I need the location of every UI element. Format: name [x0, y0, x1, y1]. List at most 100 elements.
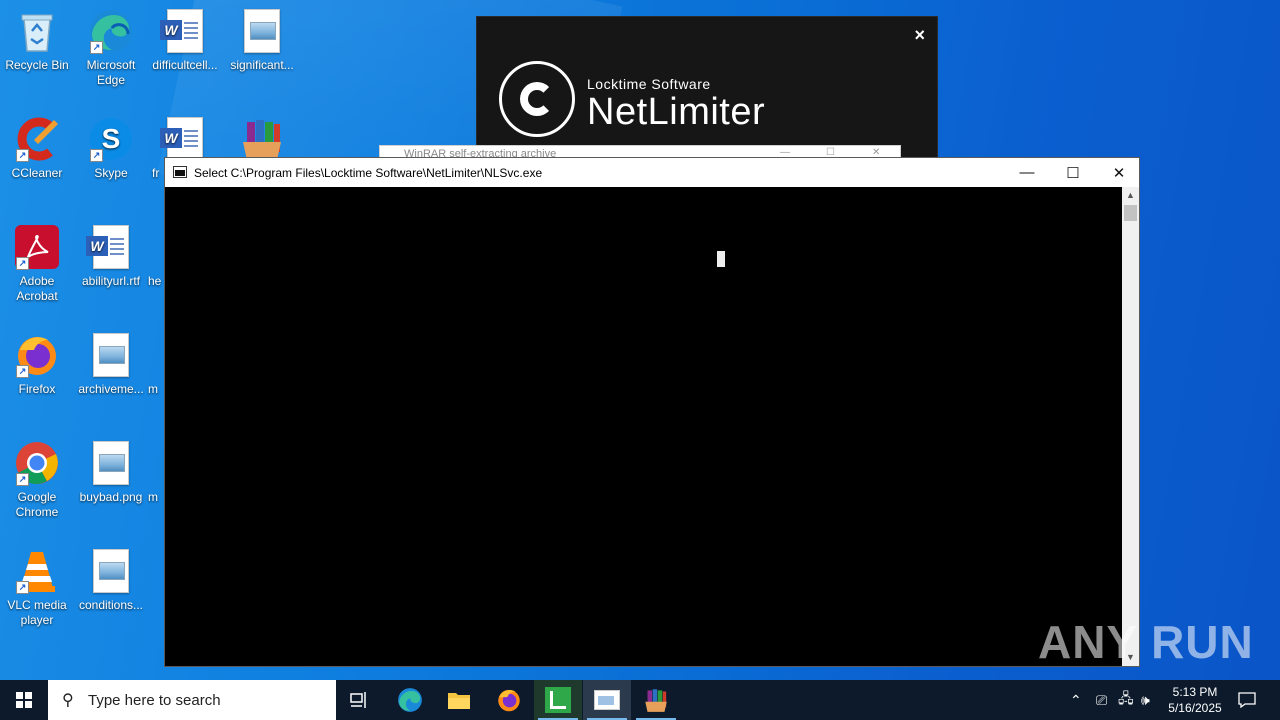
desktop-icon-significant[interactable]: significant... — [225, 8, 299, 73]
chrome-icon: ↗ — [14, 440, 60, 486]
taskbar-clock[interactable]: 5:13 PM 5/16/2025 — [1160, 684, 1230, 716]
shortcut-arrow-icon: ↗ — [16, 473, 29, 486]
desktop-icon-label: archiveme... — [78, 382, 144, 396]
shortcut-arrow-icon: ↗ — [16, 365, 29, 378]
desktop-icon-label: abilityurl.rtf — [81, 274, 140, 288]
text-cursor — [717, 251, 725, 267]
desktop-icon-label: Microsoft Edge — [86, 58, 136, 87]
search-placeholder: Type here to search — [88, 691, 221, 709]
taskbar-file-explorer[interactable] — [435, 680, 483, 720]
desktop-icon-skype[interactable]: S ↗ Skype — [74, 116, 148, 181]
taskbar-winrar[interactable] — [632, 680, 680, 720]
console-titlebar[interactable]: Select C:\Program Files\Locktime Softwar… — [165, 158, 1139, 187]
desktop-icon-label: significant... — [230, 58, 294, 72]
show-hidden-icons[interactable]: ⌃ — [1070, 680, 1082, 720]
desktop-icon-ccleaner[interactable]: ↗ CCleaner — [0, 116, 74, 181]
vlc-icon: ↗ — [14, 548, 60, 594]
word-document-icon: W — [160, 8, 208, 54]
desktop-icon-archiveme[interactable]: archiveme... — [74, 332, 148, 397]
desktop-icon-adobe-acrobat[interactable]: ↗ Adobe Acrobat — [0, 224, 74, 304]
taskbar-edge[interactable] — [386, 680, 434, 720]
ccleaner-icon: ↗ — [14, 116, 60, 162]
desktop-icon-label: conditions... — [78, 598, 144, 612]
winrar-archive-icon — [645, 689, 667, 712]
scroll-up-icon[interactable]: ▲ — [1122, 187, 1139, 204]
taskbar-netlimiter-installer[interactable] — [534, 680, 582, 720]
desktop-icon-label: Firefox — [18, 382, 56, 396]
desktop-icon-google-chrome[interactable]: ↗ Google Chrome — [0, 440, 74, 520]
anyrun-watermark: ANY RUN — [1038, 616, 1254, 668]
chevron-up-icon: ⌃ — [1070, 691, 1082, 708]
notification-icon — [1238, 692, 1256, 708]
minimize-button[interactable]: — — [1004, 158, 1050, 187]
action-center-button[interactable] — [1238, 680, 1256, 720]
image-file-icon — [88, 548, 134, 594]
edge-icon — [398, 688, 422, 712]
firefox-icon — [498, 689, 520, 712]
netlimiter-icon — [545, 687, 571, 713]
tray-app-icon[interactable]: ⎚ — [1096, 680, 1107, 720]
maximize-button[interactable]: ☐ — [1050, 158, 1096, 187]
shortcut-arrow-icon: ↗ — [90, 149, 103, 162]
desktop-icon-label: Skype — [94, 166, 128, 180]
console-app-icon — [594, 690, 620, 710]
search-icon: ⚲ — [62, 692, 74, 709]
scrollbar-thumb[interactable] — [1124, 205, 1137, 221]
word-document-icon: W — [160, 116, 208, 162]
desktop-icon-conditions[interactable]: conditions... — [74, 548, 148, 613]
speaker-icon: 🕪 — [1141, 691, 1150, 708]
desktop-icon-abilityurl[interactable]: W abilityurl.rtf — [74, 224, 148, 289]
winrar-archive-icon — [239, 116, 285, 162]
taskbar-console[interactable] — [583, 680, 631, 720]
console-window-title: Select C:\Program Files\Locktime Softwar… — [194, 166, 543, 180]
clock-date: 5/16/2025 — [1168, 701, 1222, 715]
firefox-icon: ↗ — [14, 332, 60, 378]
desktop-icon-firefox[interactable]: ↗ Firefox — [0, 332, 74, 397]
console-output-area[interactable] — [165, 187, 1122, 666]
network-icon: 🖧 — [1118, 690, 1134, 706]
desktop-icon-buybad[interactable]: buybad.png — [74, 440, 148, 505]
desktop-icon-label: Adobe Acrobat — [16, 274, 58, 303]
taskbar-search-box[interactable]: ⚲ Type here to search — [48, 680, 336, 720]
desktop-icon-difficultcell[interactable]: W difficultcell... — [148, 8, 222, 73]
console-app-icon — [173, 166, 187, 178]
desktop-icon-vlc[interactable]: ↗ VLC media player — [0, 548, 74, 628]
netlimiter-installer-splash: × Locktime Software NetLimiter — [476, 16, 938, 158]
acrobat-icon: ↗ — [14, 224, 60, 270]
desktop-icon-microsoft-edge[interactable]: ↗ Microsoft Edge — [74, 8, 148, 88]
image-file-icon — [239, 8, 285, 54]
task-view-button[interactable] — [336, 680, 384, 720]
close-button[interactable]: ✕ — [1096, 158, 1142, 187]
splash-vendor-name: Locktime Software — [587, 76, 711, 92]
clock-time: 5:13 PM — [1172, 685, 1218, 699]
shortcut-arrow-icon: ↗ — [90, 41, 103, 54]
console-window[interactable]: Select C:\Program Files\Locktime Softwar… — [164, 157, 1140, 667]
desktop-icon-label: difficultcell... — [152, 58, 218, 72]
tray-volume[interactable]: 🕪 — [1141, 680, 1150, 720]
shortcut-arrow-icon: ↗ — [16, 149, 29, 162]
desktop-icon-label: Google Chrome — [15, 490, 59, 519]
edge-icon: ↗ — [88, 8, 134, 54]
recycle-bin-icon — [14, 8, 60, 54]
desktop-icon-label: VLC media player — [7, 598, 67, 627]
shortcut-arrow-icon: ↗ — [16, 581, 29, 594]
word-document-icon: W — [86, 224, 134, 270]
windows-logo-icon — [16, 692, 32, 708]
splash-product-name: NetLimiter — [587, 91, 766, 133]
console-vertical-scrollbar[interactable]: ▲ ▼ — [1122, 187, 1139, 666]
skype-icon: S ↗ — [88, 116, 134, 162]
close-icon[interactable]: × — [914, 25, 925, 46]
desktop-icon-label: Recycle Bin — [5, 58, 69, 72]
taskbar: ⚲ Type here to search ⌃ ⎚ 🖧 🕪 5:13 PM 5/… — [0, 680, 1280, 720]
netlimiter-logo-icon — [499, 61, 575, 137]
start-button[interactable] — [0, 680, 48, 720]
desktop-icon-recycle-bin[interactable]: Recycle Bin — [0, 8, 74, 73]
shortcut-arrow-icon: ↗ — [16, 257, 29, 270]
desktop-icon-label: buybad.png — [79, 490, 143, 504]
taskbar-firefox[interactable] — [485, 680, 533, 720]
task-view-icon — [350, 692, 366, 708]
tray-network[interactable]: 🖧 — [1118, 680, 1134, 720]
desktop-icon-label: CCleaner — [11, 166, 63, 180]
image-file-icon — [88, 332, 134, 378]
tray-device-icon: ⎚ — [1096, 691, 1108, 708]
